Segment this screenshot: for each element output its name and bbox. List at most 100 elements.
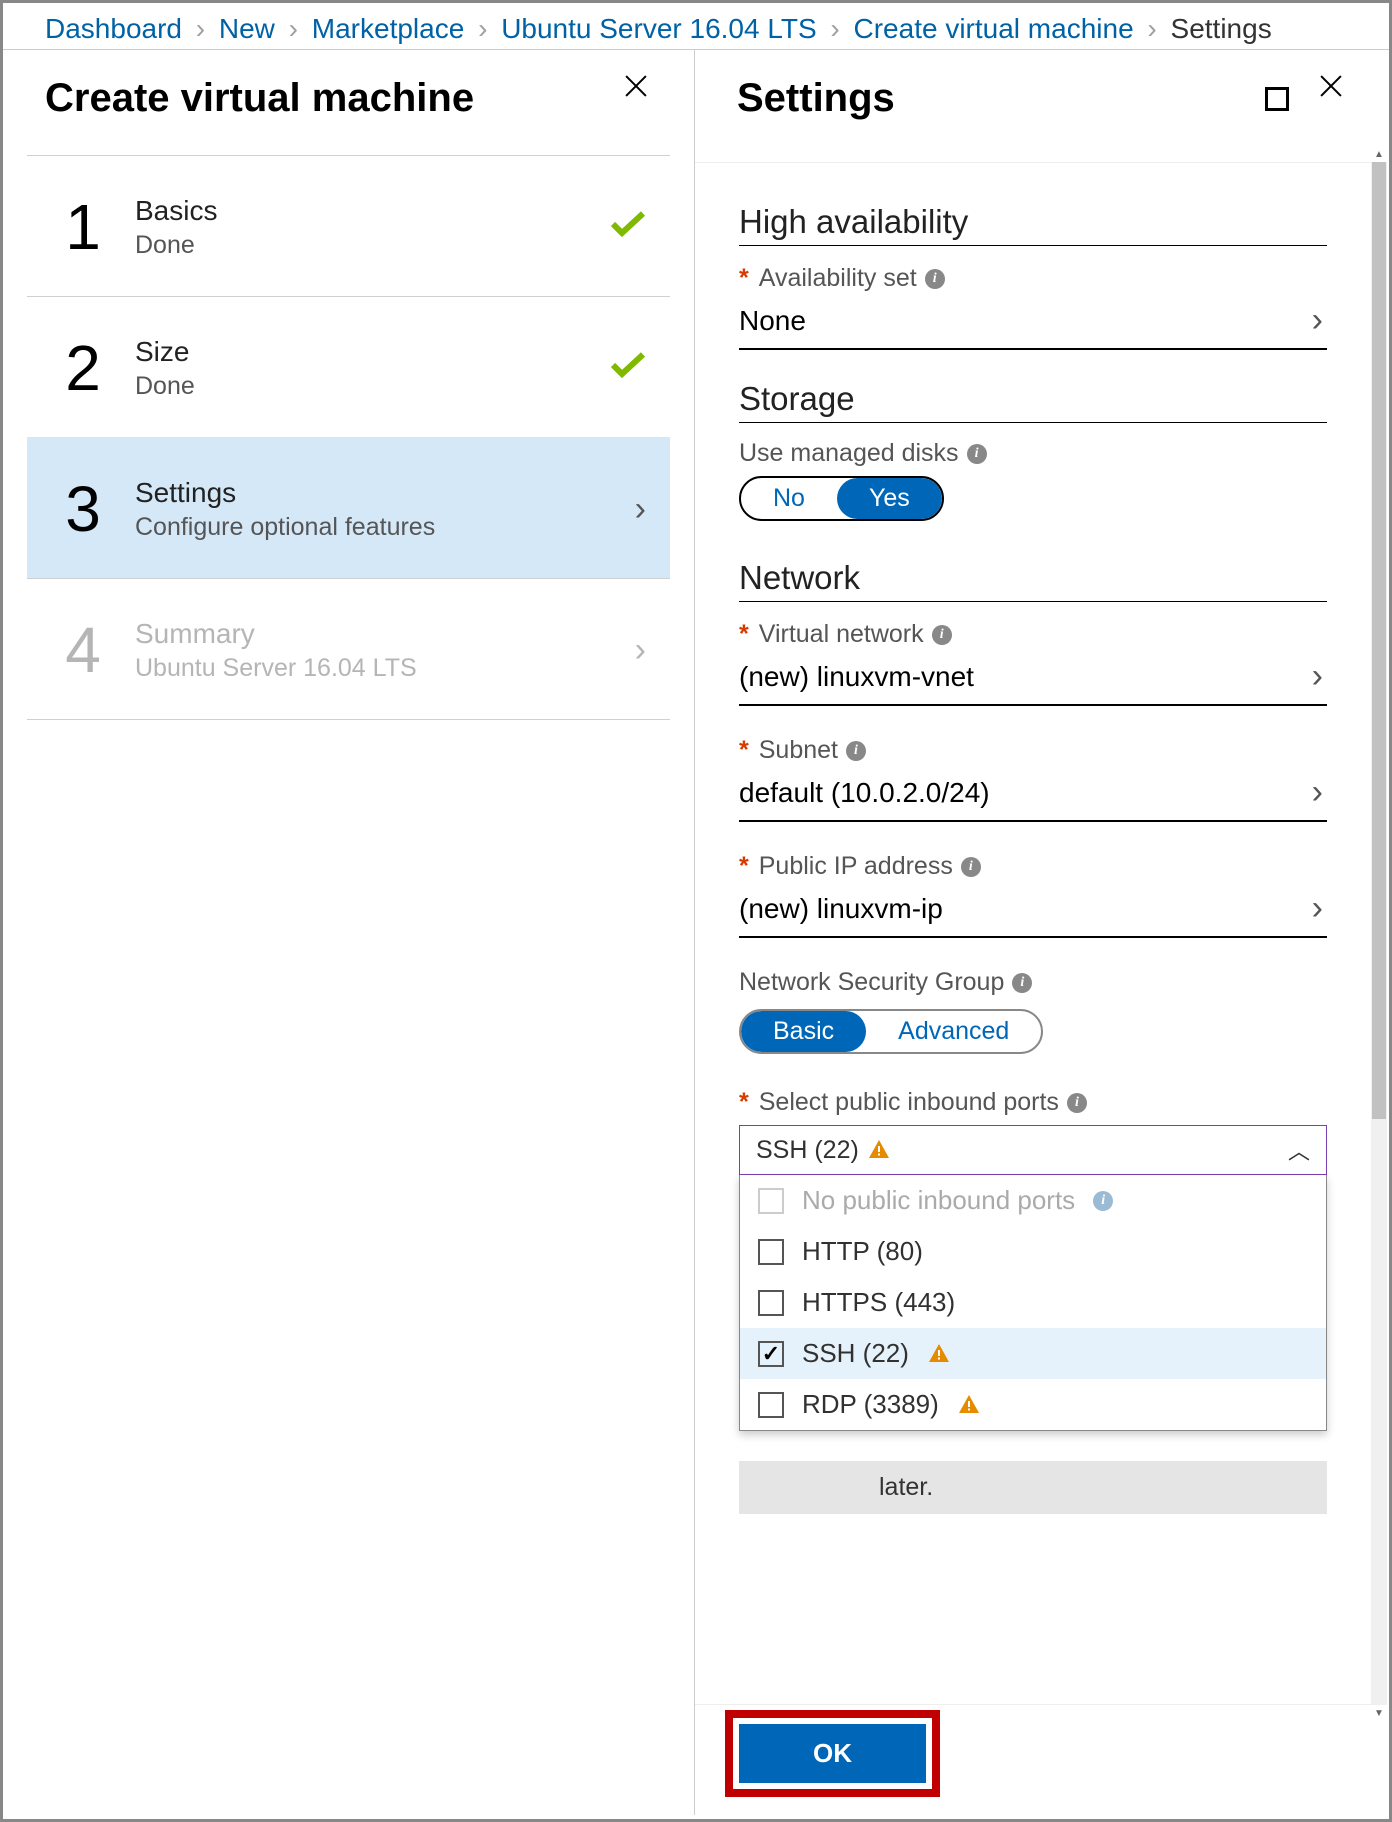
info-icon[interactable]: i bbox=[932, 625, 952, 645]
create-vm-blade: Create virtual machine 1 Basics Done 2 Size D… bbox=[3, 50, 695, 1815]
close-icon[interactable] bbox=[620, 83, 652, 115]
chevron-right-icon: › bbox=[1141, 13, 1162, 44]
ports-dropdown-list: No public inbound ports i HTTP (80) HTTPS (… bbox=[739, 1175, 1327, 1431]
field-value: None bbox=[739, 305, 1312, 337]
info-note: later. bbox=[739, 1461, 1327, 1514]
close-icon[interactable] bbox=[1315, 83, 1347, 115]
breadcrumb-link[interactable]: Ubuntu Server 16.04 LTS bbox=[501, 13, 816, 44]
wizard-step-basics[interactable]: 1 Basics Done bbox=[27, 155, 670, 296]
step-number: 1 bbox=[51, 190, 115, 264]
chevron-right-icon: › bbox=[1312, 773, 1327, 812]
nsg-toggle[interactable]: Basic Advanced bbox=[739, 1009, 1043, 1054]
info-icon[interactable]: i bbox=[1012, 973, 1032, 993]
ok-button-highlight: OK bbox=[725, 1710, 940, 1797]
step-subtitle: Done bbox=[135, 231, 610, 260]
step-number: 2 bbox=[51, 331, 115, 405]
field-label: Virtual network bbox=[759, 620, 924, 649]
field-value: default (10.0.2.0/24) bbox=[739, 777, 1312, 809]
info-icon[interactable]: i bbox=[846, 741, 866, 761]
ports-dropdown[interactable]: SSH (22) ︿ bbox=[739, 1125, 1327, 1175]
toggle-basic[interactable]: Basic bbox=[741, 1011, 866, 1052]
chevron-right-icon: › bbox=[824, 13, 845, 44]
settings-blade: Settings ▲ ▼ High availability * Availab… bbox=[695, 50, 1389, 1815]
port-option-label: HTTP (80) bbox=[802, 1236, 923, 1267]
checkbox bbox=[758, 1188, 784, 1214]
toggle-advanced[interactable]: Advanced bbox=[866, 1011, 1041, 1052]
step-title: Basics bbox=[135, 195, 610, 227]
toggle-yes[interactable]: Yes bbox=[837, 478, 942, 519]
port-option[interactable]: HTTP (80) bbox=[740, 1226, 1326, 1277]
chevron-right-icon: › bbox=[472, 13, 493, 44]
port-option[interactable]: SSH (22) bbox=[740, 1328, 1326, 1379]
info-icon[interactable]: i bbox=[1067, 1093, 1087, 1113]
section-storage: Storage bbox=[739, 380, 1327, 418]
checkmark-icon bbox=[610, 210, 646, 244]
port-option[interactable]: HTTPS (443) bbox=[740, 1277, 1326, 1328]
chevron-right-icon: › bbox=[283, 13, 304, 44]
checkbox[interactable] bbox=[758, 1341, 784, 1367]
step-title: Size bbox=[135, 336, 610, 368]
section-high-availability: High availability bbox=[739, 203, 1327, 241]
field-label: Subnet bbox=[759, 736, 838, 765]
checkbox[interactable] bbox=[758, 1290, 784, 1316]
breadcrumb-link[interactable]: Marketplace bbox=[312, 13, 465, 44]
step-number: 4 bbox=[51, 613, 115, 687]
warning-icon bbox=[927, 1342, 951, 1366]
scrollbar[interactable]: ▲ ▼ bbox=[1371, 162, 1387, 1705]
field-value: (new) linuxvm-vnet bbox=[739, 661, 1312, 693]
field-label: Network Security Group bbox=[739, 968, 1004, 997]
wizard-step-size[interactable]: 2 Size Done bbox=[27, 296, 670, 437]
maximize-icon[interactable] bbox=[1261, 83, 1293, 115]
chevron-right-icon: › bbox=[635, 490, 646, 529]
chevron-up-icon: ︿ bbox=[1288, 1134, 1310, 1166]
blade-title: Create virtual machine bbox=[45, 76, 598, 121]
port-option-label: RDP (3389) bbox=[802, 1389, 939, 1420]
blade-title: Settings bbox=[737, 76, 1239, 121]
field-value: (new) linuxvm-ip bbox=[739, 893, 1312, 925]
field-subnet[interactable]: * Subnet i default (10.0.2.0/24) › bbox=[739, 736, 1327, 822]
field-availability-set[interactable]: * Availability set i None › bbox=[739, 264, 1327, 350]
warning-icon bbox=[867, 1138, 891, 1162]
step-number: 3 bbox=[51, 472, 115, 546]
checkmark-icon bbox=[610, 351, 646, 385]
breadcrumb-link[interactable]: Dashboard bbox=[45, 13, 182, 44]
checkbox[interactable] bbox=[758, 1239, 784, 1265]
info-icon: i bbox=[1093, 1191, 1113, 1211]
scrollbar-thumb[interactable] bbox=[1372, 162, 1386, 1119]
port-option-label: No public inbound ports bbox=[802, 1185, 1075, 1216]
managed-disks-toggle[interactable]: No Yes bbox=[739, 476, 944, 521]
port-option[interactable]: RDP (3389) bbox=[740, 1379, 1326, 1430]
port-option-label: SSH (22) bbox=[802, 1338, 909, 1369]
step-subtitle: Ubuntu Server 16.04 LTS bbox=[135, 654, 635, 683]
breadcrumb-link[interactable]: Create virtual machine bbox=[854, 13, 1134, 44]
chevron-right-icon: › bbox=[1312, 301, 1327, 340]
step-subtitle: Done bbox=[135, 372, 610, 401]
section-network: Network bbox=[739, 559, 1327, 597]
breadcrumb: Dashboard › New › Marketplace › Ubuntu S… bbox=[3, 3, 1389, 49]
field-virtual-network[interactable]: * Virtual network i (new) linuxvm-vnet › bbox=[739, 620, 1327, 706]
wizard-step-settings[interactable]: 3SettingsConfigure optional features› bbox=[27, 437, 670, 578]
checkbox[interactable] bbox=[758, 1392, 784, 1418]
port-option: No public inbound ports i bbox=[740, 1175, 1326, 1226]
scroll-down-icon[interactable]: ▼ bbox=[1371, 1705, 1387, 1721]
port-option-label: HTTPS (443) bbox=[802, 1287, 955, 1318]
scroll-up-icon[interactable]: ▲ bbox=[1371, 146, 1387, 162]
breadcrumb-link[interactable]: New bbox=[219, 13, 275, 44]
info-icon[interactable]: i bbox=[967, 444, 987, 464]
toggle-no[interactable]: No bbox=[741, 478, 837, 519]
field-public-ip[interactable]: * Public IP address i (new) linuxvm-ip › bbox=[739, 852, 1327, 938]
field-inbound-ports: * Select public inbound ports i SSH (22) bbox=[739, 1088, 1327, 1431]
field-label: Select public inbound ports bbox=[759, 1088, 1059, 1117]
info-icon[interactable]: i bbox=[925, 269, 945, 289]
step-subtitle: Configure optional features bbox=[135, 513, 635, 542]
chevron-right-icon: › bbox=[635, 631, 646, 670]
info-icon[interactable]: i bbox=[961, 857, 981, 877]
chevron-right-icon: › bbox=[190, 13, 211, 44]
field-label: Use managed disks bbox=[739, 439, 959, 468]
wizard-steps: 1 Basics Done 2 Size Done 3SettingsConfigure o… bbox=[3, 155, 694, 720]
ok-button[interactable]: OK bbox=[739, 1724, 926, 1783]
chevron-right-icon: › bbox=[1312, 889, 1327, 928]
step-title: Summary bbox=[135, 618, 635, 650]
warning-icon bbox=[957, 1393, 981, 1417]
field-label: Public IP address bbox=[759, 852, 953, 881]
